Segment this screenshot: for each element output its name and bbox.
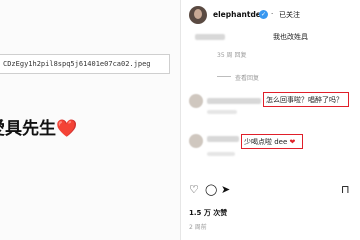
avatar[interactable] xyxy=(189,94,203,108)
share-icon[interactable]: ➤ xyxy=(221,184,230,195)
image-caption: 愛具先生❤️ xyxy=(0,114,77,139)
comments-pane: elephantdee ✓ · 已关注 我也改姓具 35 周 回复 查看回复 怎… xyxy=(181,0,360,240)
comment-heart-icon: ❤ xyxy=(289,138,296,146)
comment-meta[interactable]: 35 周 回复 xyxy=(217,50,246,59)
view-replies-link[interactable]: 查看回复 xyxy=(235,73,259,82)
heart-icon[interactable]: ♡ xyxy=(189,184,199,195)
post-actions: ♡ ◯ ➤ ⊓ xyxy=(181,182,360,198)
view-replies-line xyxy=(217,76,231,77)
comment-text: 我也改姓具 xyxy=(273,33,308,41)
image-filename: CDzEgy1h2pil8spq5j61401e07ca02.jpeg xyxy=(0,54,170,74)
header-separator: · xyxy=(271,10,274,18)
blurred-meta xyxy=(207,152,235,156)
follow-status[interactable]: 已关注 xyxy=(279,10,300,20)
likes-count[interactable]: 1.5 万 次赞 xyxy=(189,208,227,218)
post-image-pane: CDzEgy1h2pil8spq5j61401e07ca02.jpeg 愛具先生… xyxy=(0,0,180,240)
bookmark-icon[interactable]: ⊓ xyxy=(341,184,350,195)
post-header: elephantdee ✓ · 已关注 xyxy=(181,4,360,28)
comment-text: 少喝点啦 dee ❤ xyxy=(244,137,295,147)
blurred-username xyxy=(195,34,225,40)
verified-badge-icon: ✓ xyxy=(259,10,268,19)
blurred-meta xyxy=(207,110,237,114)
blurred-username xyxy=(207,98,261,104)
caption-text: 愛具先生 xyxy=(0,119,56,139)
avatar[interactable] xyxy=(189,6,207,24)
comment-words: 少喝点啦 dee xyxy=(244,138,288,146)
blurred-username xyxy=(207,136,239,142)
post-date: 2 周前 xyxy=(189,224,207,231)
caption-heart-icon: ❤️ xyxy=(56,119,78,139)
comment-icon[interactable]: ◯ xyxy=(205,184,217,195)
comment-text: 怎么回事啦？唱醉了吗？ xyxy=(266,96,343,104)
avatar[interactable] xyxy=(189,134,203,148)
